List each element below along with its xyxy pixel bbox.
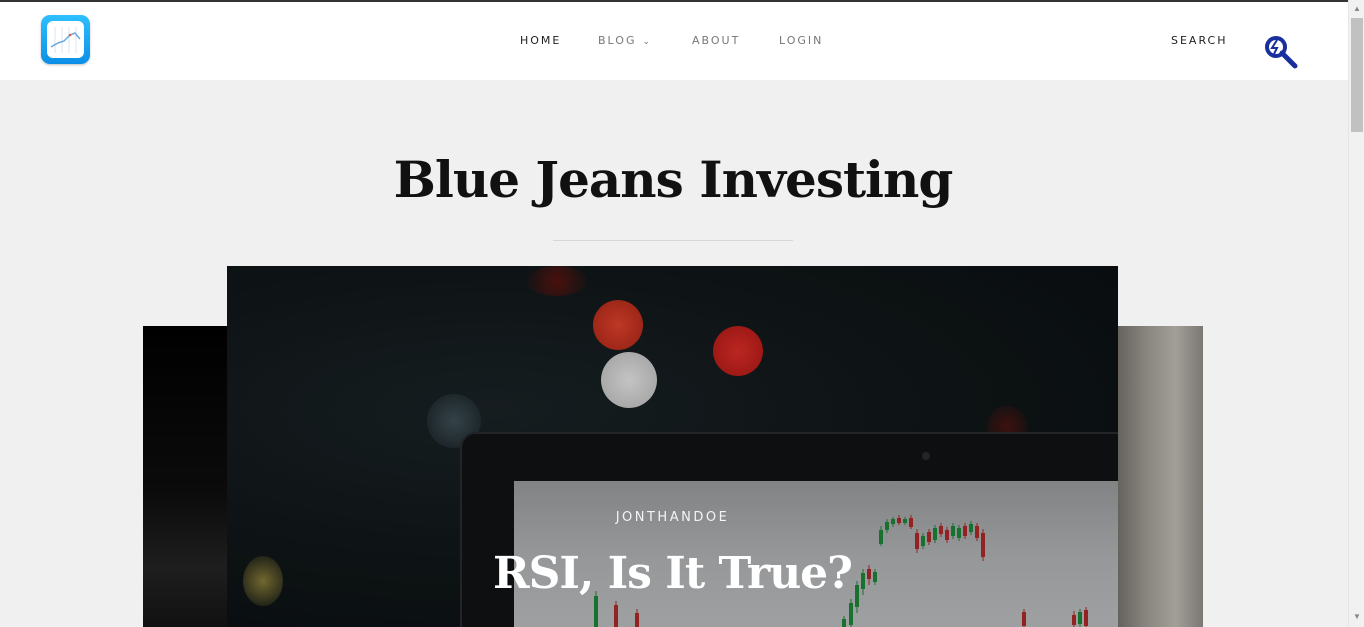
scroll-down-arrow-icon[interactable]: ▼: [1353, 612, 1361, 621]
nav-home[interactable]: HOME: [520, 34, 561, 47]
title-divider: [553, 240, 793, 241]
nav-about[interactable]: ABOUT: [692, 34, 740, 47]
site-title: Blue Jeans Investing: [393, 150, 954, 209]
page-scrollbar[interactable]: ▲ ▼: [1348, 0, 1364, 627]
nav-blog[interactable]: BLOG ⌄: [598, 34, 652, 47]
featured-post-slide[interactable]: JONTHANDOE RSI, Is It True?: [227, 266, 1118, 627]
magnifier-search-icon[interactable]: [1262, 33, 1300, 71]
search-link[interactable]: SEARCH: [1171, 34, 1228, 47]
carousel-prev-slide[interactable]: [143, 326, 233, 627]
chart-app-icon: [47, 21, 84, 58]
site-logo[interactable]: [41, 15, 90, 64]
post-title-link[interactable]: RSI, Is It True?: [227, 548, 1118, 599]
post-author[interactable]: JONTHANDOE: [227, 510, 1118, 525]
site-header: HOME BLOG ⌄ ABOUT LOGIN SEARCH: [0, 2, 1348, 80]
nav-login[interactable]: LOGIN: [779, 34, 823, 47]
scroll-up-arrow-icon[interactable]: ▲: [1353, 4, 1361, 13]
chevron-down-icon: ⌄: [642, 37, 653, 47]
carousel-next-slide[interactable]: [1112, 326, 1203, 627]
nav-blog-label: BLOG: [598, 34, 637, 47]
scroll-thumb[interactable]: [1351, 18, 1363, 132]
